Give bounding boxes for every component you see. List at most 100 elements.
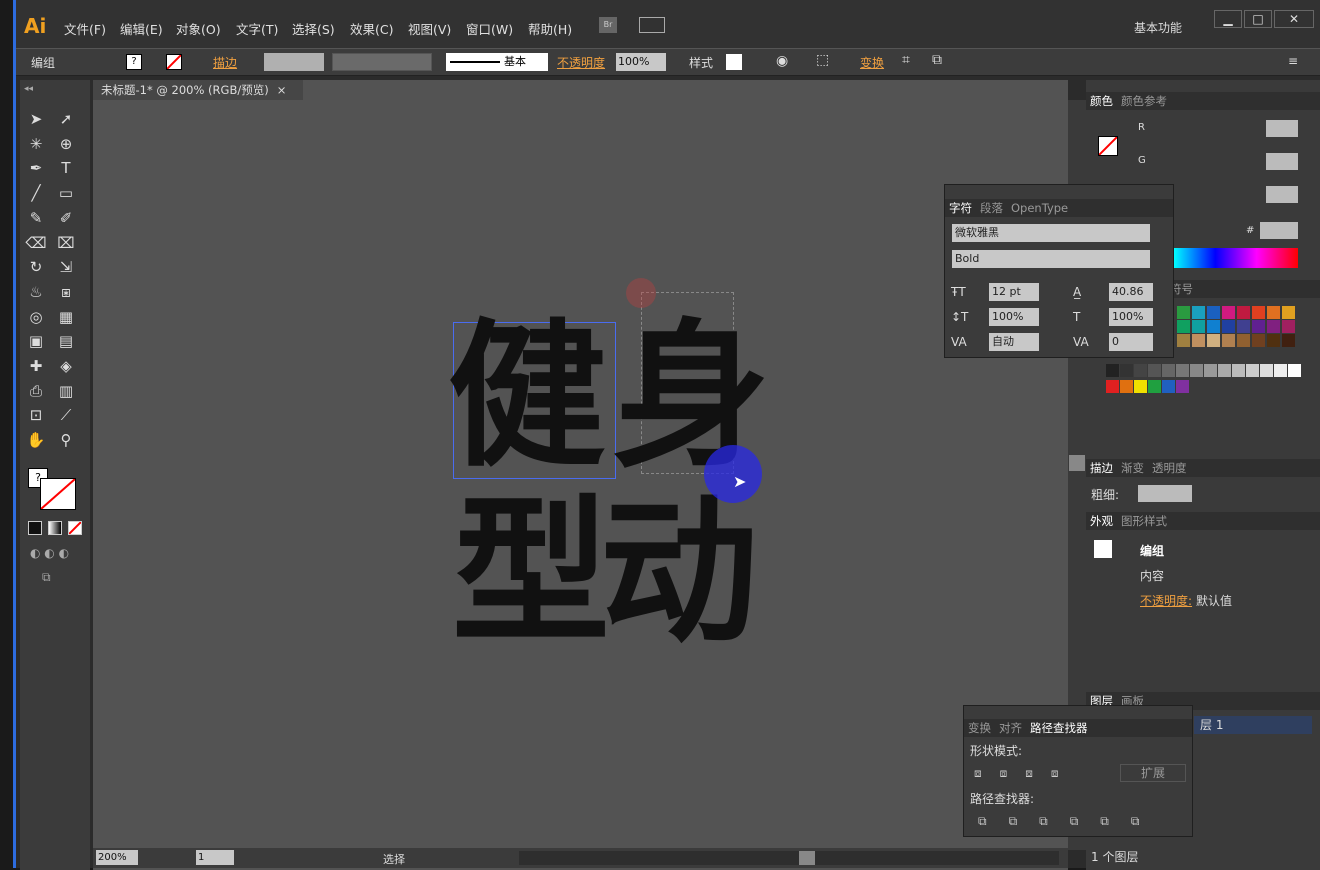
tab-stroke[interactable]: 描边: [1086, 461, 1117, 475]
tool-14-icon[interactable]: ♨: [24, 280, 48, 304]
vertical-scale-field[interactable]: 100%: [989, 308, 1039, 326]
tool-0-icon[interactable]: ➤: [24, 107, 48, 131]
close-tab-icon[interactable]: ×: [277, 83, 287, 97]
document-tab[interactable]: 未标题-1* @ 200% (RGB/预览) ×: [93, 80, 303, 100]
menu-item-2[interactable]: 对象(O): [176, 19, 221, 38]
tool-16-icon[interactable]: ◎: [24, 305, 48, 329]
artwork-char-jian[interactable]: 健: [448, 312, 606, 482]
tab-transform[interactable]: 变换: [964, 721, 995, 735]
tool-7-icon[interactable]: ▭: [54, 181, 78, 205]
isolate-icon[interactable]: ⌗: [902, 52, 910, 68]
menu-item-6[interactable]: 视图(V): [408, 19, 451, 38]
font-family-field[interactable]: 微软雅黑: [952, 224, 1150, 242]
swatch[interactable]: [1252, 320, 1265, 333]
tab-color-guide[interactable]: 颜色参考: [1117, 94, 1171, 108]
swatch[interactable]: [1237, 306, 1250, 319]
font-size-field[interactable]: 12 pt: [989, 283, 1039, 301]
g-value-field[interactable]: [1266, 153, 1298, 170]
collapse-icon[interactable]: ◂◂: [24, 84, 33, 94]
screen-mode-icon[interactable]: ⧉: [42, 570, 51, 585]
tool-4-icon[interactable]: ✒: [24, 156, 48, 180]
tool-1-icon[interactable]: ➚: [54, 107, 78, 131]
b-value-field[interactable]: [1266, 186, 1298, 203]
draw-mode-icons[interactable]: ◐ ◐ ◐: [30, 546, 69, 560]
gray-swatch[interactable]: [1204, 364, 1217, 377]
swatch[interactable]: [1252, 334, 1265, 347]
shape-mode-buttons[interactable]: ⧈⧈⧈⧈: [974, 766, 1077, 781]
tool-10-icon[interactable]: ⌫: [24, 231, 48, 255]
kerning-field[interactable]: 自动: [989, 333, 1039, 351]
hex-field[interactable]: [1260, 222, 1298, 239]
minimize-button[interactable]: ▁: [1214, 10, 1242, 28]
gray-swatch[interactable]: [1134, 364, 1147, 377]
horizontal-scrollbar[interactable]: [519, 851, 1059, 865]
opacity-label[interactable]: 不透明度: [557, 54, 605, 71]
swatch[interactable]: [1207, 320, 1220, 333]
tool-22-icon[interactable]: ⎙: [24, 379, 48, 403]
pathfinder-buttons[interactable]: ⧉⧉⧉⧉⧉⧉: [978, 814, 1161, 829]
font-style-field[interactable]: Bold: [952, 250, 1150, 268]
tab-character[interactable]: 字符: [945, 201, 976, 215]
none-mode-icon[interactable]: [68, 521, 82, 535]
tab-color[interactable]: 颜色: [1086, 94, 1117, 108]
arrange-documents-button[interactable]: [639, 17, 665, 33]
align-icon[interactable]: ⬚: [816, 52, 829, 68]
appearance-contents-row[interactable]: 内容: [1140, 567, 1164, 584]
gray-swatch[interactable]: [1162, 364, 1175, 377]
swatch[interactable]: [1222, 320, 1235, 333]
tool-27-icon[interactable]: ⚲: [54, 428, 78, 452]
swatch[interactable]: [1177, 334, 1190, 347]
swatch[interactable]: [1237, 320, 1250, 333]
color-group-swatch[interactable]: [1134, 380, 1147, 393]
tool-15-icon[interactable]: ⧆: [54, 280, 78, 304]
menu-item-5[interactable]: 效果(C): [350, 19, 393, 38]
expand-button[interactable]: 扩展: [1120, 764, 1186, 782]
menu-item-4[interactable]: 选择(S): [292, 19, 335, 38]
artwork-char-dong[interactable]: 动: [600, 488, 758, 658]
graphic-style-swatch[interactable]: [726, 54, 742, 70]
menu-item-0[interactable]: 文件(F): [64, 19, 106, 38]
swatch[interactable]: [1282, 306, 1295, 319]
appearance-group-row[interactable]: 编组: [1140, 542, 1164, 559]
swatch[interactable]: [1207, 334, 1220, 347]
gray-swatch[interactable]: [1176, 364, 1189, 377]
scroll-thumb[interactable]: [1069, 455, 1085, 471]
artwork-char-xing[interactable]: 型: [452, 488, 610, 658]
swatch[interactable]: [1192, 334, 1205, 347]
tab-appearance[interactable]: 外观: [1086, 514, 1117, 528]
color-stroke-swatch[interactable]: [1098, 136, 1118, 156]
variable-width-profile[interactable]: [332, 53, 432, 71]
close-button[interactable]: ✕: [1274, 10, 1314, 28]
color-group-swatch[interactable]: [1162, 380, 1175, 393]
maximize-button[interactable]: □: [1244, 10, 1272, 28]
tab-align[interactable]: 对齐: [995, 721, 1026, 735]
workspace-switcher[interactable]: 基本功能: [1134, 19, 1182, 36]
tool-26-icon[interactable]: ✋: [24, 428, 48, 452]
recolor-icon[interactable]: ◉: [776, 53, 788, 69]
swatch[interactable]: [1177, 320, 1190, 333]
leading-field[interactable]: 40.86: [1109, 283, 1153, 301]
stroke-label[interactable]: 描边: [213, 54, 237, 71]
tool-3-icon[interactable]: ⊕: [54, 132, 78, 156]
hscroll-thumb[interactable]: [799, 851, 815, 865]
tracking-field[interactable]: 0: [1109, 333, 1153, 351]
opacity-field[interactable]: 100%: [616, 53, 666, 71]
tool-12-icon[interactable]: ↻: [24, 255, 48, 279]
gray-swatch[interactable]: [1288, 364, 1301, 377]
gradient-mode-icon[interactable]: [48, 521, 62, 535]
tool-8-icon[interactable]: ✎: [24, 206, 48, 230]
menu-item-7[interactable]: 窗口(W): [466, 19, 513, 38]
tool-23-icon[interactable]: ▥: [54, 379, 78, 403]
tool-2-icon[interactable]: ✳: [24, 132, 48, 156]
tool-13-icon[interactable]: ⇲: [54, 255, 78, 279]
artboard-field[interactable]: 1: [196, 850, 234, 865]
gray-swatch[interactable]: [1246, 364, 1259, 377]
layer-row[interactable]: 层 1: [1194, 716, 1312, 734]
gray-swatch[interactable]: [1274, 364, 1287, 377]
gray-swatch[interactable]: [1232, 364, 1245, 377]
color-group-swatch[interactable]: [1106, 380, 1119, 393]
menu-item-1[interactable]: 编辑(E): [120, 19, 163, 38]
stroke-weight-field[interactable]: [264, 53, 324, 71]
color-group-swatch[interactable]: [1120, 380, 1133, 393]
arrange-icon[interactable]: ⧉: [932, 52, 942, 68]
